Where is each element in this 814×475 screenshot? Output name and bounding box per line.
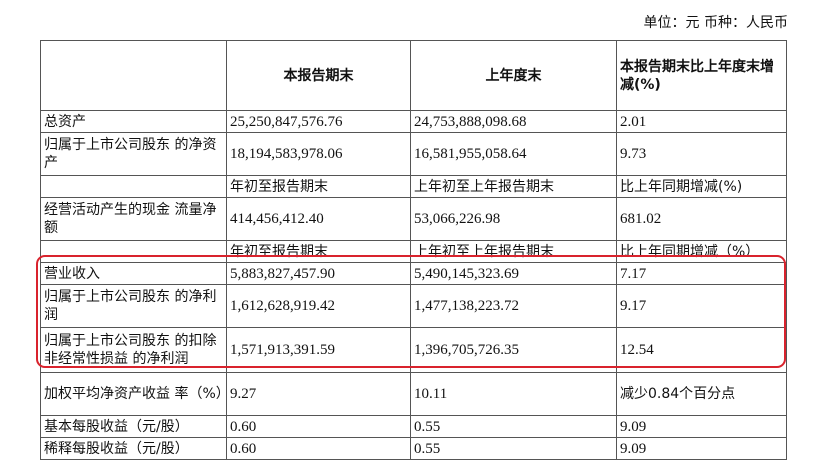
value-cell: 7.17: [616, 262, 787, 285]
value-cell: 414,456,412.40: [226, 197, 411, 241]
row-label-cell: 归属于上市公司股东 的净资产: [40, 132, 227, 176]
table-row: 归属于上市公司股东 的净资产 18,194,583,978.06 16,581,95…: [40, 132, 787, 176]
header-cell: [40, 40, 227, 111]
value-cell: 681.02: [616, 197, 787, 241]
table-row: 经营活动产生的现金 流量净额 414,456,412.40 53,066,226.9…: [40, 197, 787, 241]
value-cell: 18,194,583,978.06: [226, 132, 411, 176]
table-row: 加权平均净资产收益 率（%） 9.27 10.11 减少0.84个百分点: [40, 372, 787, 416]
table-row: 归属于上市公司股东 的净利润 1,612,628,919.42 1,477,138,…: [40, 284, 787, 328]
value-cell: 53,066,226.98: [410, 197, 617, 241]
value-cell: 9.17: [616, 284, 787, 328]
currency-unit-label: 单位：元 币种：人民币: [643, 15, 788, 31]
value-cell: 9.27: [226, 372, 411, 416]
value-cell: 24,753,888,098.68: [410, 110, 617, 133]
value-cell: 9.09: [616, 415, 787, 438]
value-cell: 1,477,138,223.72: [410, 284, 617, 328]
row-label-cell: [40, 175, 227, 198]
table-row: 归属于上市公司股东 的扣除非经常性损益 的净利润 1,571,913,391.59…: [40, 327, 787, 373]
row-label-cell: 加权平均净资产收益 率（%）: [40, 372, 227, 416]
row-label-cell: 营业收入: [40, 262, 227, 285]
value-cell: 年初至报告期末: [226, 175, 411, 198]
header-cell: 上年度末: [410, 40, 617, 111]
value-cell: 10.11: [410, 372, 617, 416]
header-cell: 本报告期末: [226, 40, 411, 111]
value-cell: 9.73: [616, 132, 787, 176]
header-cell: 本报告期末比上年度末增减(%): [616, 40, 787, 111]
value-cell: 25,250,847,576.76: [226, 110, 411, 133]
value-cell: 9.09: [616, 437, 787, 460]
value-cell: 年初至报告期末: [226, 240, 411, 263]
value-cell: 5,490,145,323.69: [410, 262, 617, 285]
value-cell: 12.54: [616, 327, 787, 373]
table-row: 基本每股收益（元/股） 0.60 0.55 9.09: [40, 415, 787, 438]
table-subheader-row: 年初至报告期末 上年初至上年报告期末 比上年同期增减（%）: [40, 240, 787, 263]
value-cell: 1,571,913,391.59: [226, 327, 411, 373]
value-cell: 减少0.84个百分点: [616, 372, 787, 416]
table-subheader-row: 年初至报告期末 上年初至上年报告期末 比上年同期增减(%): [40, 175, 787, 198]
value-cell: 上年初至上年报告期末: [410, 240, 617, 263]
table-header-row: 本报告期末 上年度末 本报告期末比上年度末增减(%): [40, 40, 787, 111]
table-row: 营业收入 5,883,827,457.90 5,490,145,323.69 7.17: [40, 262, 787, 285]
row-label-cell: 基本每股收益（元/股）: [40, 415, 227, 438]
table-row: 稀释每股收益（元/股） 0.60 0.55 9.09: [40, 437, 787, 460]
value-cell: 0.55: [410, 415, 617, 438]
value-cell: 0.55: [410, 437, 617, 460]
row-label-cell: 经营活动产生的现金 流量净额: [40, 197, 227, 241]
value-cell: 5,883,827,457.90: [226, 262, 411, 285]
value-cell: 0.60: [226, 415, 411, 438]
value-cell: 0.60: [226, 437, 411, 460]
table-row: 总资产 25,250,847,576.76 24,753,888,098.68 2.0…: [40, 110, 787, 133]
value-cell: 1,612,628,919.42: [226, 284, 411, 328]
row-label-cell: 总资产: [40, 110, 227, 133]
value-cell: 比上年同期增减(%): [616, 175, 787, 198]
row-label-cell: 归属于上市公司股东 的净利润: [40, 284, 227, 328]
value-cell: 上年初至上年报告期末: [410, 175, 617, 198]
value-cell: 比上年同期增减（%）: [616, 240, 787, 263]
row-label-cell: 归属于上市公司股东 的扣除非经常性损益 的净利润: [40, 327, 227, 373]
value-cell: 16,581,955,058.64: [410, 132, 617, 176]
row-label-cell: [40, 240, 227, 263]
financial-data-table: 本报告期末 上年度末 本报告期末比上年度末增减(%) 总资产 25,250,847…: [40, 40, 787, 460]
value-cell: 1,396,705,726.35: [410, 327, 617, 373]
value-cell: 2.01: [616, 110, 787, 133]
row-label-cell: 稀释每股收益（元/股）: [40, 437, 227, 460]
